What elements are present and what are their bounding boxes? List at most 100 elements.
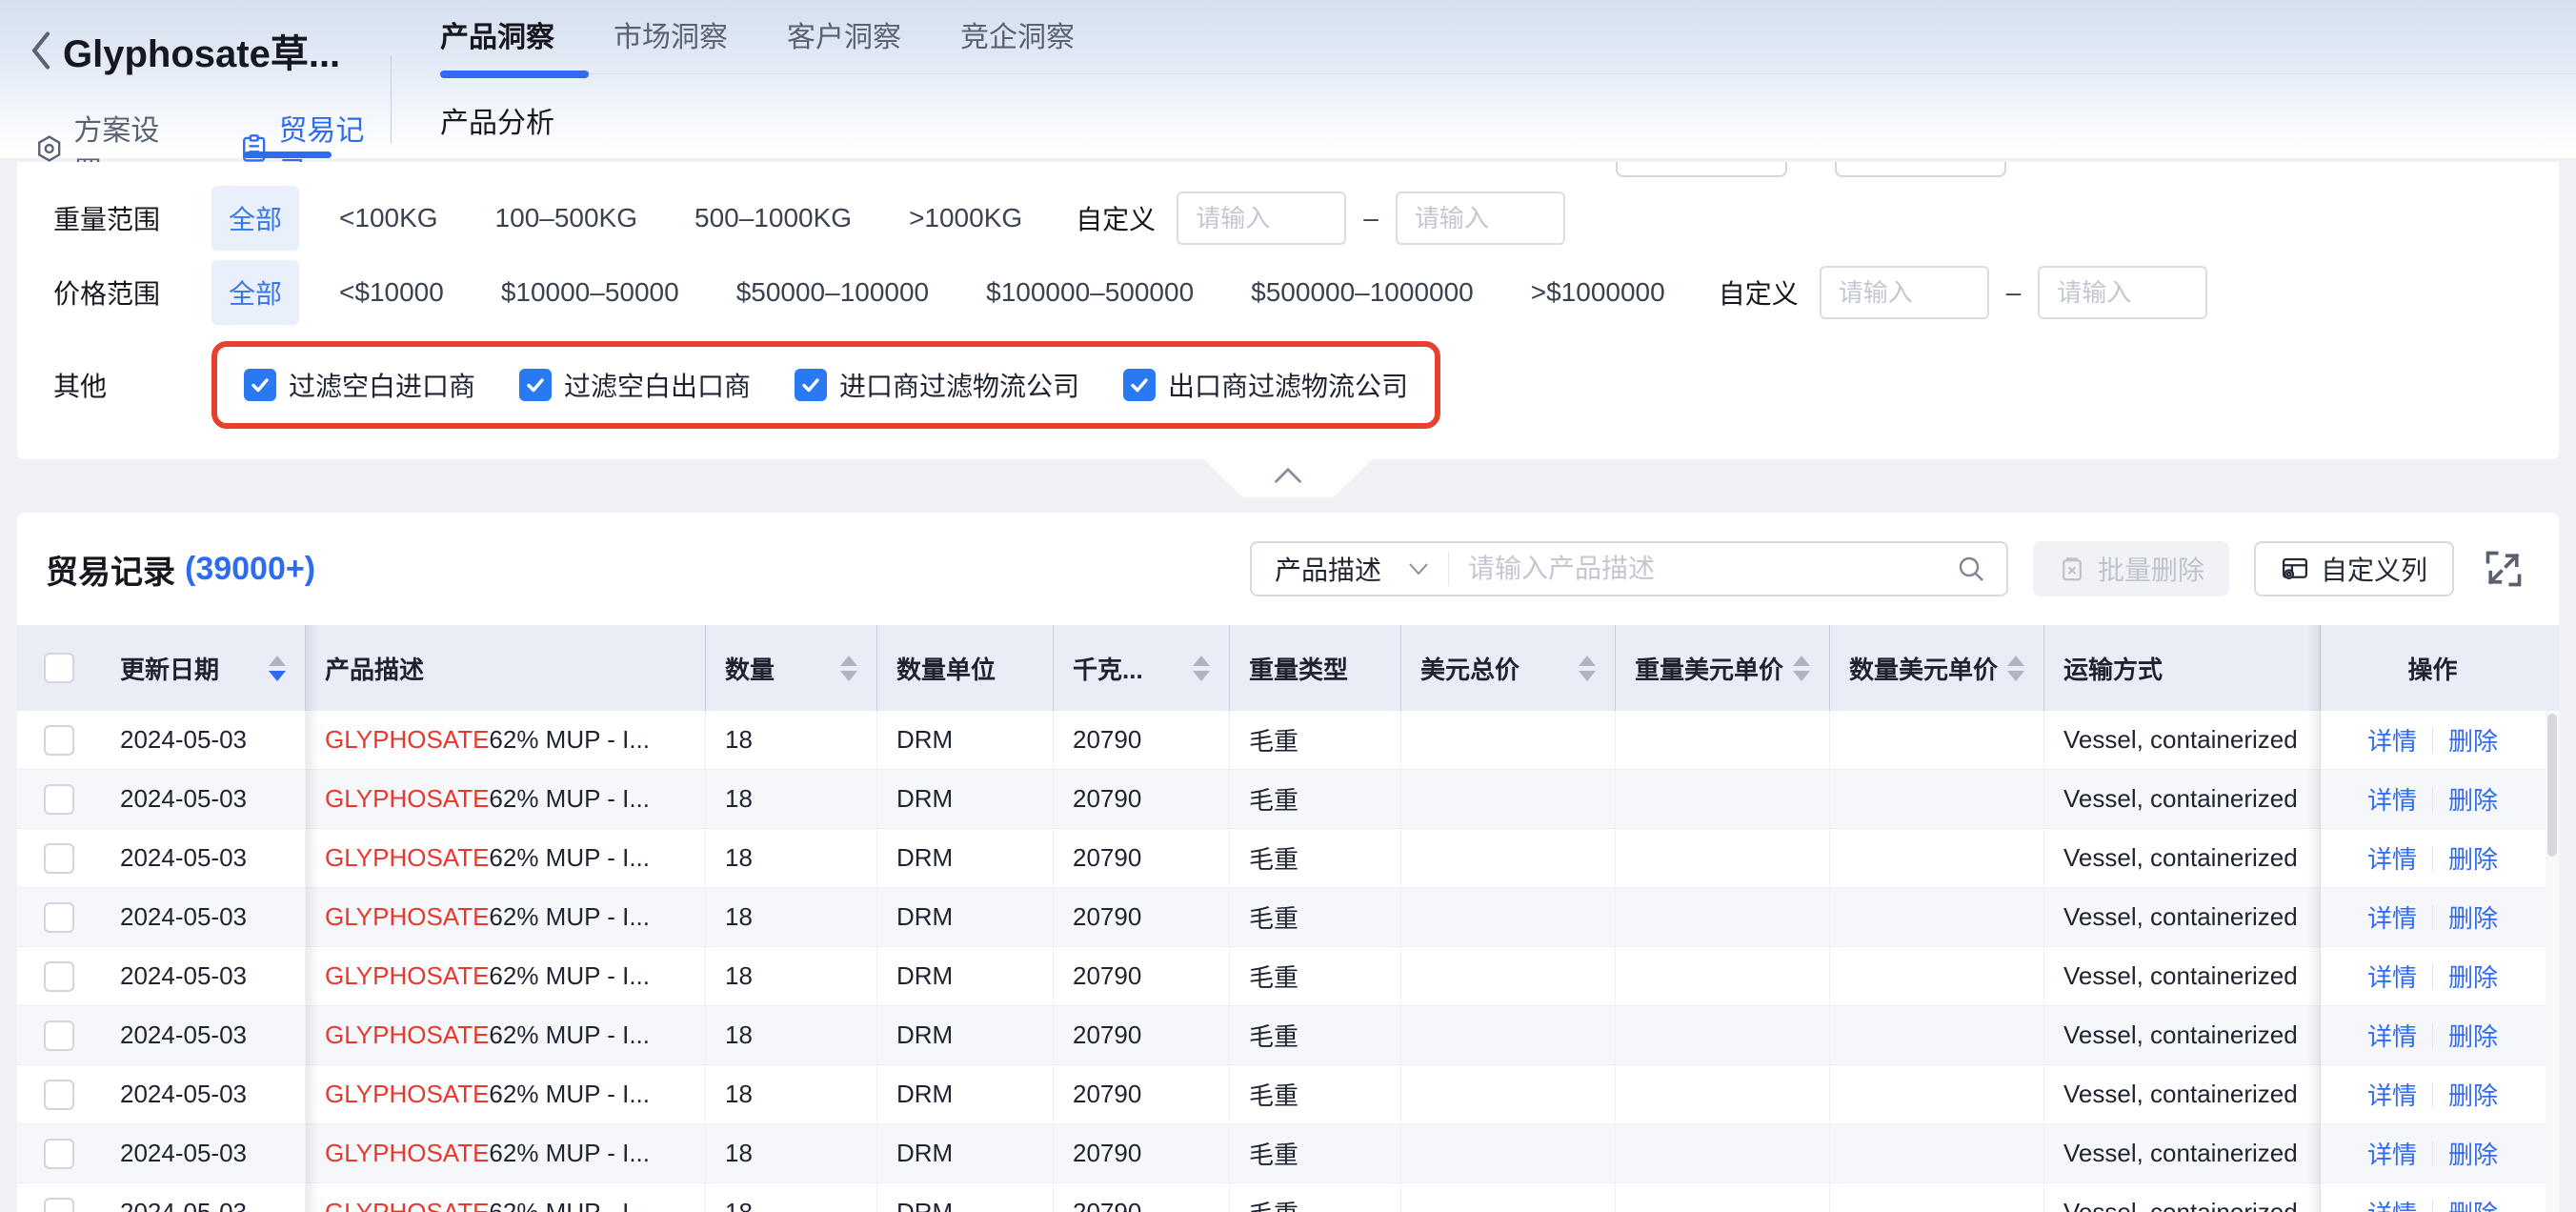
row-checkbox[interactable] [44,902,74,933]
row-checkbox[interactable] [44,961,74,992]
price-option[interactable]: $10000–50000 [484,264,696,321]
row-checkbox[interactable] [44,843,74,874]
custom-columns-button[interactable]: 自定义列 [2254,541,2454,596]
row-checkbox[interactable] [44,784,74,815]
cell-usd [1401,888,1616,946]
clipped-input-box[interactable] [1616,162,1787,177]
weight-option[interactable]: 500–1000KG [677,190,869,247]
field-select[interactable]: 产品描述 [1252,550,1448,588]
price-option[interactable]: <$10000 [322,264,461,321]
select-all-checkbox[interactable] [44,653,74,683]
product-description-text: 62% MUP - I... [489,843,650,873]
checkbox-label: 进口商过滤物流公司 [839,366,1079,404]
top-tab-2[interactable]: 市场洞察 [614,13,728,59]
price-option[interactable]: $500000–1000000 [1234,264,1491,321]
delete-link[interactable]: 删除 [2448,722,2498,758]
detail-link[interactable]: 详情 [2367,959,2417,994]
cell-transport: Vessel, containerized [2044,1124,2321,1182]
row-checkbox[interactable] [44,1198,74,1212]
filter-checkbox[interactable]: 进口商过滤物流公司 [795,366,1079,404]
detail-link[interactable]: 详情 [2367,899,2417,935]
detail-link[interactable]: 详情 [2367,722,2417,758]
col-header-usd[interactable]: 美元总价 [1401,625,1616,711]
sort-icon[interactable] [831,656,857,681]
product-keyword-highlight: GLYPHOSATE [325,902,489,932]
records-title: 贸易记录 [46,546,175,593]
col-header-date[interactable]: 更新日期 [101,625,306,711]
top-tab-1[interactable]: 产品洞察 [440,13,554,59]
cell-desc: GLYPHOSATE 62% MUP - I... [306,947,706,1005]
weight-option[interactable]: 全部 [211,186,299,251]
fullscreen-expand-icon[interactable] [2483,548,2525,590]
delete-link[interactable]: 删除 [2448,840,2498,876]
delete-link[interactable]: 删除 [2448,959,2498,994]
filter-checkbox[interactable]: 出口商过滤物流公司 [1123,366,1408,404]
weight-option[interactable]: 100–500KG [478,190,654,247]
row-checkbox[interactable] [44,1080,74,1110]
weight-max-input[interactable] [1396,192,1565,245]
row-checkbox[interactable] [44,1020,74,1051]
detail-link[interactable]: 详情 [2367,1136,2417,1171]
range-dash: – [2006,277,2022,308]
weight-option[interactable]: <100KG [322,190,455,247]
weight-option[interactable]: >1000KG [892,190,1039,247]
detail-link[interactable]: 详情 [2367,781,2417,817]
top-tab-4[interactable]: 竞企洞察 [960,13,1075,59]
sort-icon[interactable] [1183,656,1210,681]
delete-link[interactable]: 删除 [2448,1136,2498,1171]
price-min-input[interactable] [1820,266,1989,319]
col-header-qunitprice[interactable]: 数量美元单价 [1830,625,2044,711]
product-description-text: 62% MUP - I... [489,902,650,932]
clipped-input-box[interactable] [1835,162,2006,177]
cell-cb [17,1124,101,1182]
col-header-wunitprice[interactable]: 重量美元单价 [1616,625,1830,711]
price-option[interactable]: $50000–100000 [719,264,946,321]
scrollbar-thumb[interactable] [2547,714,2557,857]
price-option[interactable]: 全部 [211,260,299,325]
col-header-qty[interactable]: 数量 [706,625,877,711]
delete-link[interactable]: 删除 [2448,1018,2498,1053]
sort-icon[interactable] [1998,656,2024,681]
sub-tab-product-analysis[interactable]: 产品分析 [440,99,554,141]
search-icon[interactable] [1957,555,1985,583]
price-max-input[interactable] [2038,266,2207,319]
sort-icon[interactable] [1569,656,1596,681]
cell-transport: Vessel, containerized [2044,711,2321,769]
cell-date: 2024-05-03 [101,711,306,769]
cell-desc: GLYPHOSATE 62% MUP - I... [306,711,706,769]
cell-date: 2024-05-03 [101,1183,306,1212]
weight-custom-label[interactable]: 自定义 [1076,199,1156,237]
col-header-label: 操作 [2407,651,2457,686]
sort-icon[interactable] [1783,656,1810,681]
row-checkbox[interactable] [44,725,74,756]
detail-link[interactable]: 详情 [2367,1018,2417,1053]
detail-link[interactable]: 详情 [2367,840,2417,876]
delete-link[interactable]: 删除 [2448,781,2498,817]
collapse-filters-tab[interactable] [1204,459,1372,497]
delete-link[interactable]: 删除 [2448,899,2498,935]
cell-kg: 20790 [1054,770,1230,828]
row-checkbox[interactable] [44,1139,74,1169]
price-option[interactable]: $100000–500000 [969,264,1211,321]
price-option[interactable]: >$1000000 [1514,264,1682,321]
cell-action: 详情删除 [2321,770,2546,828]
price-custom-label[interactable]: 自定义 [1719,273,1799,312]
search-input[interactable] [1449,554,1957,584]
back-icon[interactable] [29,30,53,71]
batch-delete-button[interactable]: 批量删除 [2033,541,2229,596]
col-header-kg[interactable]: 千克... [1054,625,1230,711]
col-header-cb [17,625,101,711]
cell-wunitprice [1616,947,1830,1005]
delete-link[interactable]: 删除 [2448,1077,2498,1112]
product-keyword-highlight: GLYPHOSATE [325,961,489,991]
delete-link[interactable]: 删除 [2448,1195,2498,1212]
filter-checkbox[interactable]: 过滤空白进口商 [244,366,475,404]
top-tab-3[interactable]: 客户洞察 [787,13,901,59]
top-tabs: 产品洞察 市场洞察 客户洞察 竞企洞察 [440,0,2576,59]
filter-checkbox[interactable]: 过滤空白出口商 [519,366,751,404]
detail-link[interactable]: 详情 [2367,1195,2417,1212]
detail-link[interactable]: 详情 [2367,1077,2417,1112]
sort-icon[interactable] [259,656,286,681]
weight-min-input[interactable] [1177,192,1346,245]
table-scrollbar[interactable] [2546,711,2559,1212]
